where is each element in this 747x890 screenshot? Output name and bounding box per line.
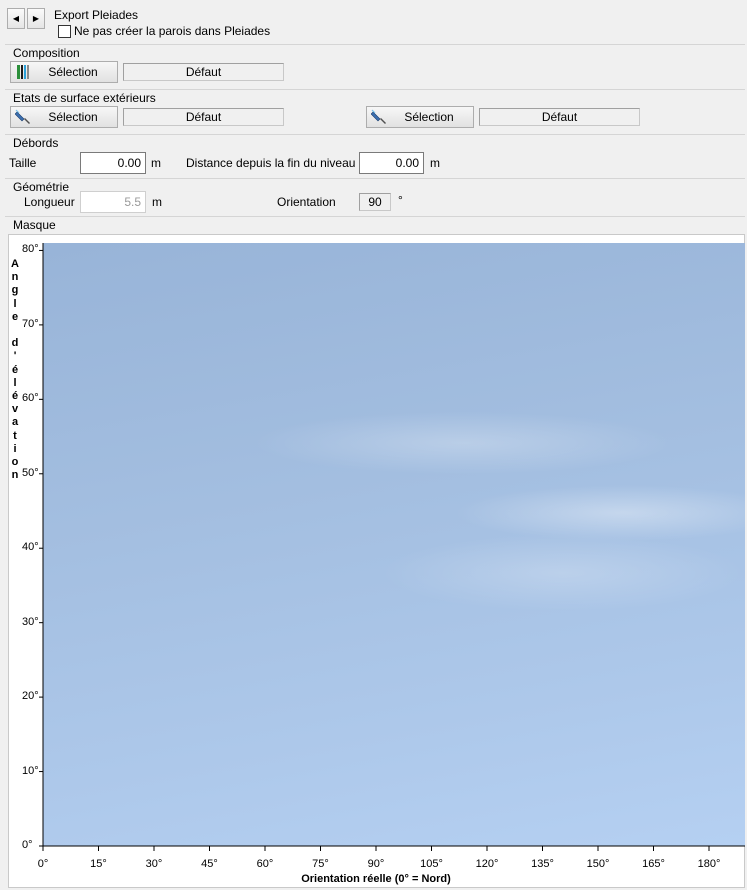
y-axis-label-letter: l: [13, 297, 17, 310]
y-axis-label-letter: v: [11, 403, 19, 416]
y-axis-label-letter: n: [11, 469, 19, 482]
x-tick-label: 75°: [312, 858, 329, 870]
x-tick-label: 30°: [145, 858, 163, 870]
y-axis-label-letter: e: [11, 310, 19, 323]
y-axis-label-letter: o: [11, 456, 19, 468]
y-tick-label: 20°: [22, 690, 39, 703]
y-axis-label-letter: g: [11, 284, 19, 297]
x-axis-label: Orientation réelle (0° = Nord): [301, 873, 451, 885]
y-axis-label-letter: é: [11, 390, 19, 402]
x-tick-label: 0°: [37, 858, 49, 870]
x-tick-label: 90°: [367, 858, 385, 870]
y-axis-label-letter: a: [11, 416, 19, 429]
y-axis-label-letter: l: [13, 376, 17, 389]
x-tick-label: 135°: [531, 858, 554, 870]
y-axis-label-letter: ': [13, 350, 17, 363]
y-tick-label: 80°: [22, 243, 39, 256]
y-tick-label: 40°: [22, 541, 39, 554]
y-axis-label-letter: é: [11, 363, 19, 376]
x-tick-label: 180°: [697, 858, 721, 870]
y-tick-label: 30°: [22, 615, 39, 628]
x-tick-label: 165°: [642, 858, 665, 870]
mask-chart: [39, 243, 745, 851]
x-tick-label: 120°: [475, 858, 499, 870]
x-tick-label: 45°: [201, 858, 218, 870]
x-tick-label: 105°: [420, 858, 443, 870]
y-tick-label: 0°: [22, 839, 33, 851]
y-tick-label: 50°: [22, 466, 39, 479]
y-axis-label-letter: A: [11, 258, 19, 270]
x-tick-label: 150°: [586, 858, 610, 870]
x-tick-label: 15°: [90, 858, 107, 870]
x-tick-label: 60°: [256, 858, 274, 870]
y-axis-label-letter: t: [13, 429, 17, 442]
y-tick-label: 60°: [22, 392, 39, 405]
y-tick-label: 10°: [22, 764, 39, 777]
y-axis-label-letter: d: [11, 337, 19, 350]
y-tick-label: 70°: [22, 317, 39, 330]
y-axis-label-letter: n: [11, 271, 19, 284]
y-axis-label-letter: i: [13, 442, 17, 455]
